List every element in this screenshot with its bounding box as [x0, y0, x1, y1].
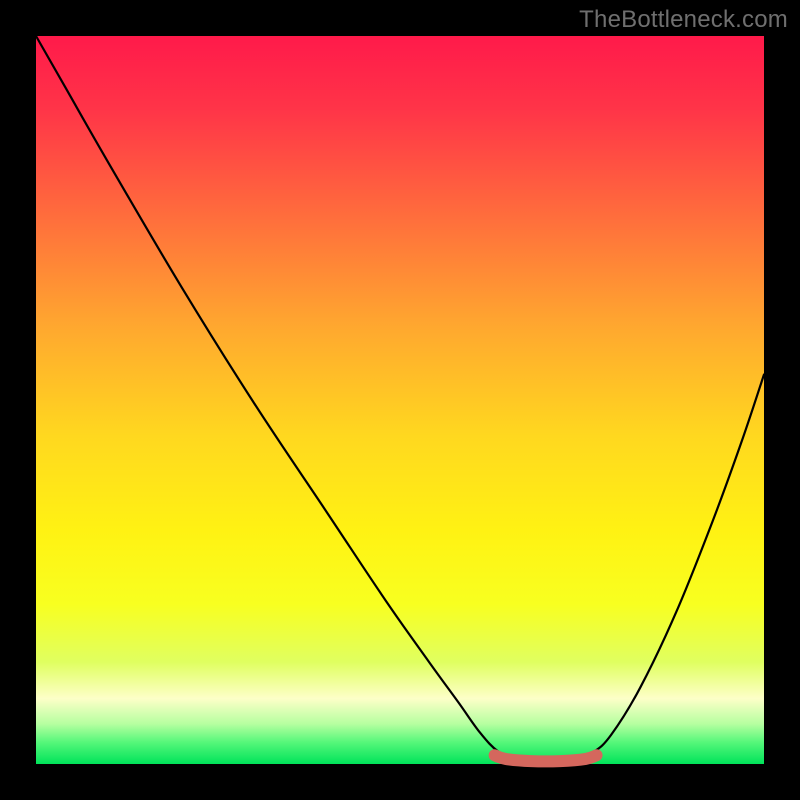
plot-background — [36, 36, 764, 764]
optimal-band — [495, 755, 597, 761]
bottleneck-chart — [0, 0, 800, 800]
watermark-text: TheBottleneck.com — [579, 6, 788, 34]
chart-frame: TheBottleneck.com — [0, 0, 800, 800]
